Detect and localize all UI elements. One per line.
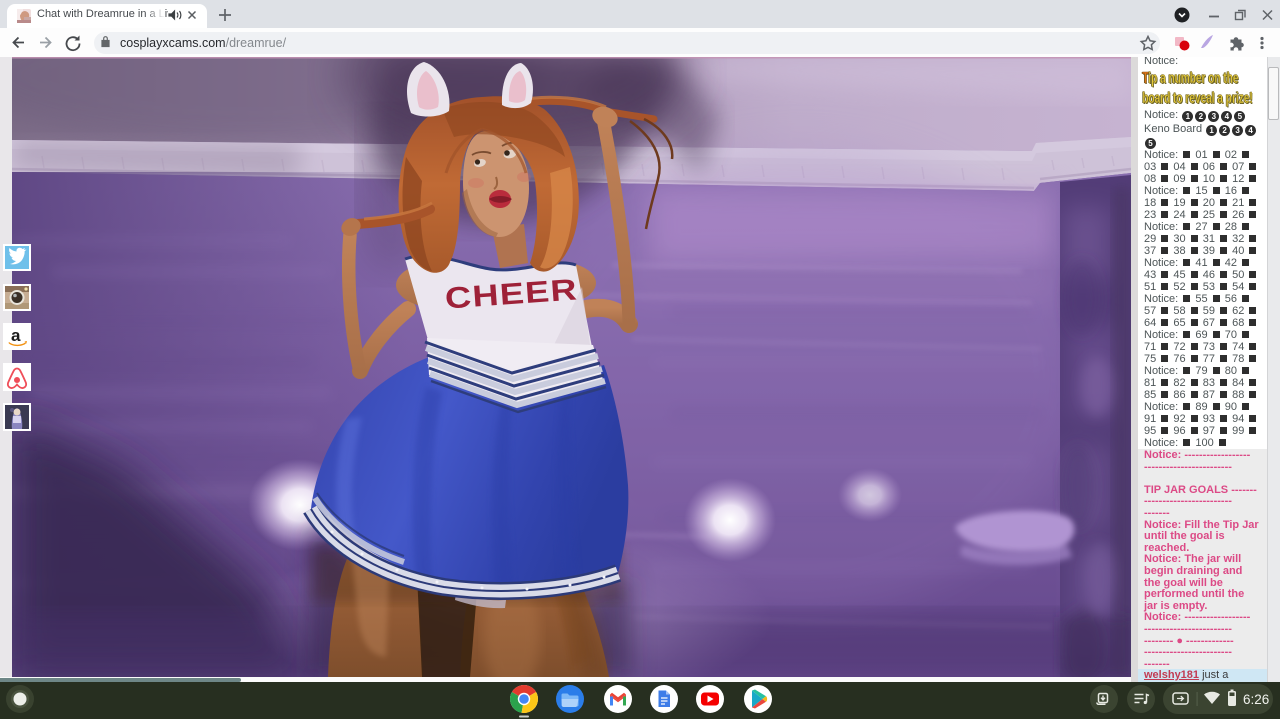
svg-text:6:26: 6:26 bbox=[1243, 692, 1269, 707]
svg-text:a: a bbox=[11, 326, 21, 345]
